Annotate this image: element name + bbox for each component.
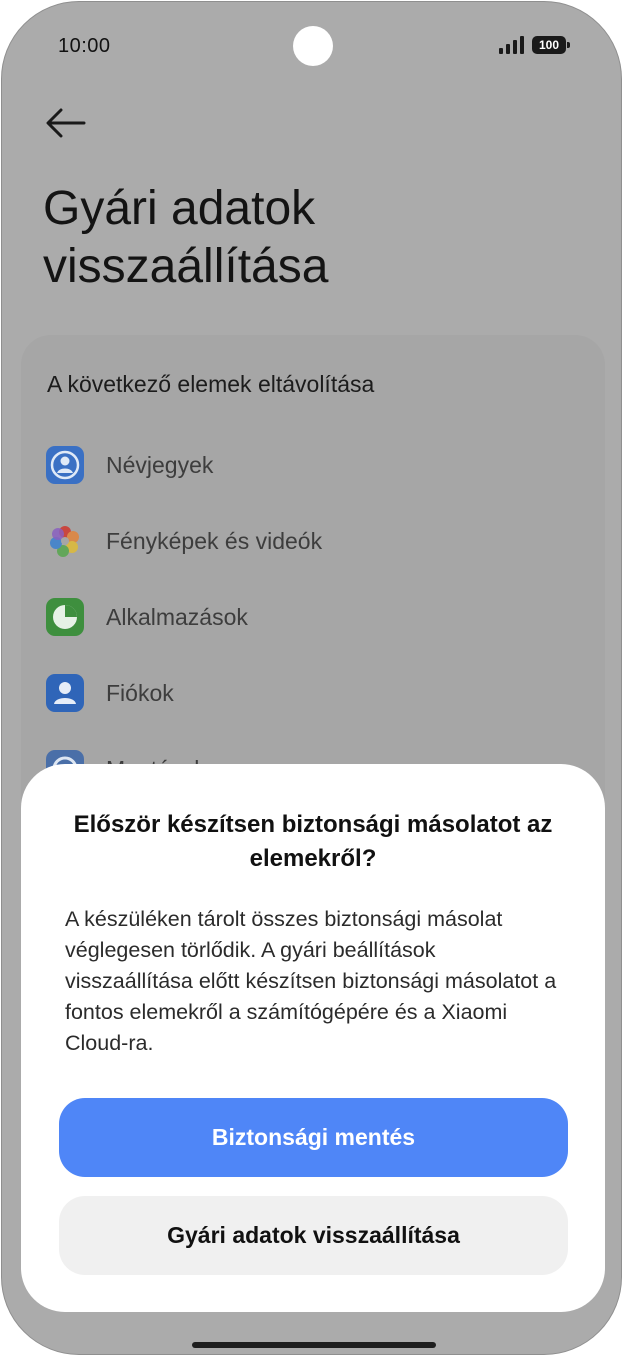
dialog-message: A készüléken tárolt összes biztonsági má…: [65, 907, 557, 1055]
front-camera-cutout: [293, 26, 333, 66]
list-item-label: Fényképek és videók: [106, 527, 323, 554]
list-item-label: Alkalmazások: [106, 603, 248, 630]
back-arrow-icon[interactable]: [44, 106, 88, 140]
list-item-contacts: Névjegyek: [46, 445, 213, 485]
gallery-icon: [50, 526, 79, 557]
screen: 10:00 100 Gyári adatok visszaállítása A …: [1, 1, 622, 1355]
list-item-apps: Alkalmazások: [46, 597, 248, 637]
accounts-icon: [46, 674, 84, 712]
contacts-icon: [46, 446, 84, 484]
list-item-gallery: Fényképek és videók: [46, 521, 322, 561]
backup-button[interactable]: Biztonsági mentés: [59, 1098, 568, 1177]
status-time: 10:00: [58, 35, 111, 57]
list-item-label: Fiókok: [106, 679, 174, 706]
factory-reset-button[interactable]: Gyári adatok visszaállítása: [59, 1196, 568, 1275]
dialog-title: Először készítsen biztonsági másolatot a…: [73, 811, 553, 872]
battery-level: 100: [538, 38, 560, 52]
home-indicator[interactable]: [192, 1342, 436, 1348]
battery-icon: 100: [532, 36, 570, 54]
backup-dialog: Először készítsen biztonsági másolatot a…: [21, 764, 605, 1312]
phone-frame: 10:00 100 Gyári adatok visszaállítása A …: [0, 0, 623, 1356]
list-item-label: Névjegyek: [106, 451, 214, 478]
section-heading: A következő elemek eltávolítása: [47, 371, 375, 397]
list-item-accounts: Fiókok: [46, 673, 174, 713]
apps-icon: [46, 598, 84, 636]
signal-icon: [499, 36, 524, 54]
page-title: Gyári adatok visszaállítása: [43, 182, 329, 293]
